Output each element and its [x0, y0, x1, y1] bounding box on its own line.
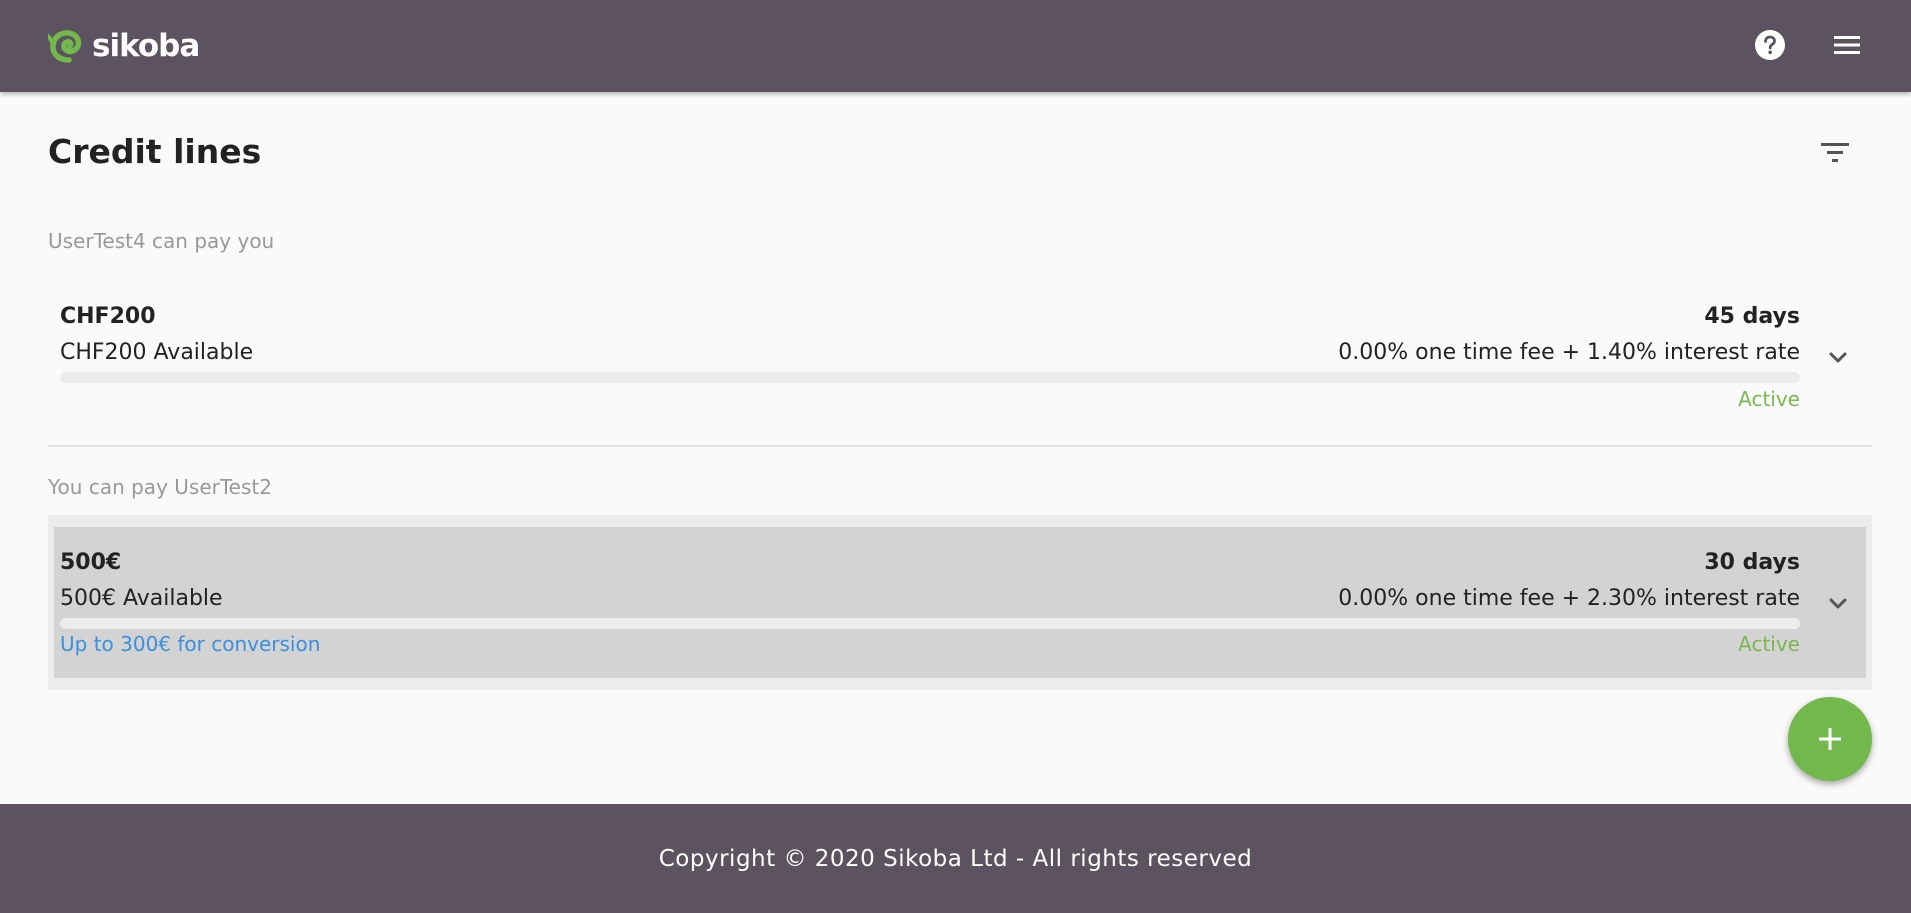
top-bar: sikoba — [0, 0, 1911, 92]
footer: Copyright © 2020 Sikoba Ltd - All rights… — [0, 804, 1911, 913]
credit-term: 30 days — [1704, 550, 1800, 575]
help-button[interactable] — [1754, 29, 1786, 61]
sikoba-logo[interactable]: sikoba — [48, 26, 200, 66]
conversion-link[interactable]: Up to 300€ for conversion — [60, 632, 320, 656]
status-badge: Active — [1738, 387, 1800, 411]
brand-name: sikoba — [92, 28, 200, 64]
credit-amount: CHF200 — [60, 304, 156, 329]
add-credit-line-button[interactable] — [1788, 697, 1872, 781]
fee-and-interest: 0.00% one time fee + 1.40% interest rate — [1338, 340, 1800, 365]
credit-term: 45 days — [1704, 304, 1800, 329]
credit-line-card[interactable]: CHF200 45 days CHF200 Available 0.00% on… — [48, 300, 1872, 420]
section-divider — [48, 445, 1872, 447]
expand-button[interactable] — [1824, 348, 1852, 368]
usage-progress-bar — [60, 618, 1800, 629]
available-amount: CHF200 Available — [60, 340, 254, 365]
copyright-text: Copyright © 2020 Sikoba Ltd - All rights… — [658, 845, 1253, 872]
usage-progress-bar — [60, 372, 1800, 383]
chevron-down-icon — [1829, 598, 1847, 609]
available-amount: 500€ Available — [60, 586, 223, 611]
page-title: Credit lines — [48, 132, 262, 171]
filter-icon — [1821, 143, 1849, 162]
fee-and-interest: 0.00% one time fee + 2.30% interest rate — [1338, 586, 1800, 611]
filter-button[interactable] — [1818, 138, 1852, 168]
chevron-down-icon — [1829, 352, 1847, 363]
sikoba-swirl-icon — [48, 30, 82, 63]
hamburger-menu-icon — [1834, 36, 1860, 54]
help-circle-icon — [1755, 30, 1785, 60]
section-label-incoming: UserTest4 can pay you — [48, 229, 275, 253]
plus-icon — [1819, 728, 1841, 750]
status-badge: Active — [1738, 632, 1800, 656]
section-label-outgoing: You can pay UserTest2 — [48, 475, 272, 499]
credit-amount: 500€ — [60, 550, 122, 575]
menu-button[interactable] — [1832, 30, 1862, 60]
expand-button[interactable] — [1824, 594, 1852, 614]
credit-line-card[interactable]: 500€ 30 days 500€ Available 0.00% one ti… — [48, 546, 1872, 666]
